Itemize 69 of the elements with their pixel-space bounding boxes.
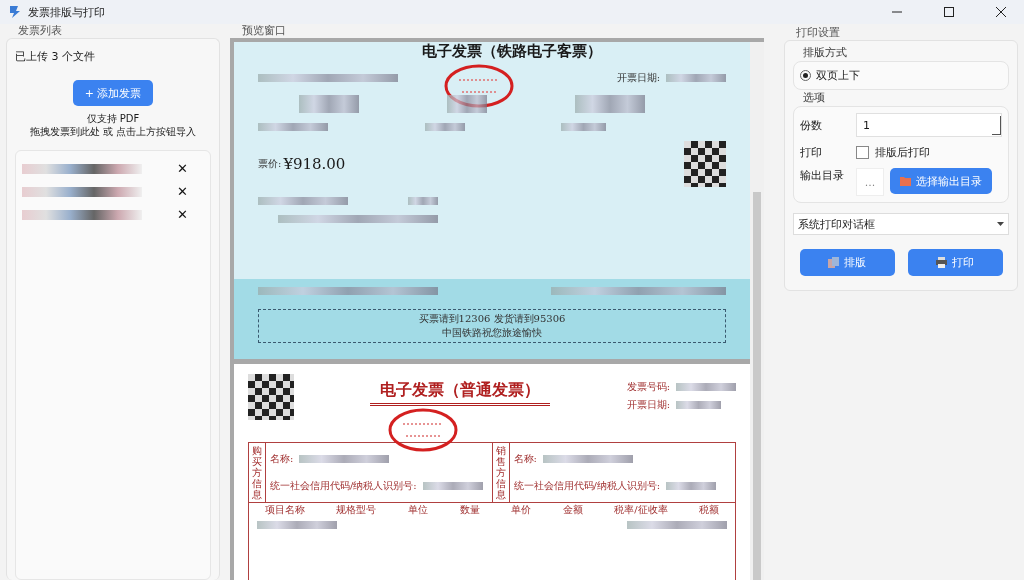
blurred-text	[561, 123, 606, 131]
seal-stamp-icon	[444, 64, 514, 108]
window-title: 发票排版与打印	[28, 4, 105, 20]
date-label: 开票日期:	[616, 71, 660, 85]
seal-stamp-icon	[388, 408, 458, 452]
app-icon	[8, 5, 22, 19]
invoice-number-label: 发票号码:	[626, 380, 670, 394]
add-invoice-button[interactable]: + 添加发票	[72, 80, 154, 106]
qr-code-drawing	[248, 374, 294, 420]
column-header: 税额	[699, 503, 720, 517]
name-label: 名称:	[270, 451, 294, 466]
column-header: 项目名称	[264, 503, 305, 517]
output-path-field[interactable]: ...	[856, 168, 884, 196]
copies-field[interactable]: 1	[856, 113, 1002, 137]
layout-button[interactable]: 排版	[799, 249, 895, 276]
seller-label: 销售方信息	[492, 443, 510, 502]
scrollbar[interactable]	[750, 42, 764, 580]
invoice-title: 电子发票（铁路电子客票）	[422, 42, 602, 61]
blurred-text	[575, 95, 645, 113]
column-header: 金额	[562, 503, 583, 517]
upload-count: 已上传 3 个文件	[15, 49, 95, 64]
column-header: 规格型号	[336, 503, 377, 517]
choose-directory-button[interactable]: 选择输出目录	[890, 168, 992, 194]
price-label: 票价:	[258, 157, 282, 171]
blurred-text	[666, 74, 726, 82]
print-label: 打印	[800, 145, 823, 160]
dropdown-caret-icon	[997, 222, 1004, 226]
column-header: 数量	[459, 503, 480, 517]
panel-title: 发票列表	[17, 24, 63, 38]
maximize-icon[interactable]	[944, 7, 954, 17]
printer-select[interactable]: 系统打印对话框	[793, 213, 1009, 235]
hint-text: 仅支持 PDF	[86, 112, 140, 125]
remove-button[interactable]: ✕	[175, 207, 190, 222]
group-title: 排版方式	[802, 45, 848, 61]
column-header: 单价	[511, 503, 532, 517]
date-label: 开票日期:	[626, 398, 670, 412]
hint-text: 拖拽发票到此处 或 点击上方按钮导入	[29, 125, 197, 138]
output-dir-label: 输出目录	[800, 168, 845, 183]
name-label: 名称:	[513, 451, 537, 466]
copies-label: 份数	[800, 117, 823, 133]
remove-button[interactable]: ✕	[175, 161, 190, 176]
group-title: 选项	[802, 90, 826, 106]
qr-code-drawing	[684, 141, 726, 187]
notice-text: 中国铁路祝您旅途愉快	[442, 326, 542, 340]
pages-icon	[828, 257, 839, 268]
close-icon[interactable]	[996, 7, 1006, 17]
column-header: 税率/征收率	[614, 503, 668, 517]
panel-title: 预览窗口	[241, 24, 287, 38]
notice-text: 买票请到12306 发货请到95306	[418, 312, 566, 326]
blurred-text	[408, 197, 438, 205]
tax-id-label: 统一社会信用代码/纳税人识别号:	[513, 479, 661, 494]
print-button[interactable]: 打印	[907, 249, 1003, 276]
column-header: 单位	[407, 503, 428, 517]
blurred-text	[666, 482, 717, 491]
blurred-text	[422, 482, 483, 491]
blurred-text	[424, 123, 465, 131]
invoice-title: 电子发票（普通发票）	[370, 380, 551, 406]
blurred-text	[676, 401, 721, 409]
tax-id-label: 统一社会信用代码/纳税人识别号:	[270, 479, 417, 494]
folder-icon	[900, 176, 911, 186]
blurred-text	[258, 123, 328, 131]
print-after-checkbox[interactable]: 排版后打印	[856, 145, 930, 160]
buyer-label: 购买方信息	[249, 443, 266, 502]
blurred-text	[299, 95, 359, 113]
panel-title: 打印设置	[795, 26, 841, 40]
printer-icon	[936, 257, 947, 268]
price-value: ¥918.00	[283, 155, 346, 173]
remove-button[interactable]: ✕	[175, 184, 190, 199]
blurred-text	[676, 383, 736, 391]
